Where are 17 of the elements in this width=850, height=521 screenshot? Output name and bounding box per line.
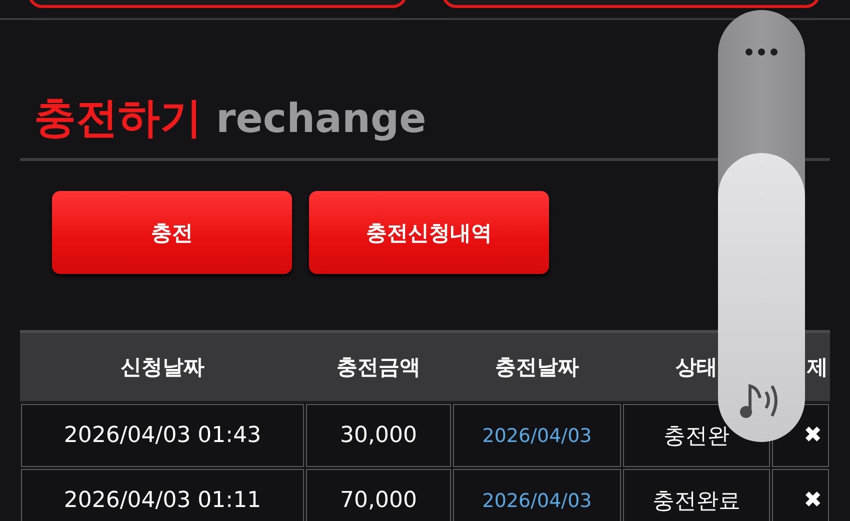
table-cell: 2026/04/03	[453, 404, 621, 467]
column-header: 충전날짜	[452, 333, 622, 403]
table-cell: 2026/04/03 01:11	[21, 469, 304, 521]
delete-button[interactable]: ✖	[804, 488, 822, 513]
column-header: 충전금액	[305, 333, 452, 403]
table-cell: 2026/04/03 01:43	[21, 404, 304, 467]
section-subtitle: rechange	[216, 96, 426, 142]
table-cell: 70,000	[306, 469, 451, 521]
table-cell: 2026/04/03	[453, 469, 621, 521]
table-cell: 충전완료	[623, 469, 770, 521]
delete-button[interactable]: ✖	[804, 423, 822, 448]
section-title: 충전하기	[34, 92, 202, 144]
action-button[interactable]: 충전	[52, 191, 292, 274]
more-icon[interactable]	[745, 48, 778, 56]
action-button[interactable]: 충전신청내역	[309, 191, 549, 274]
table-cell: 30,000	[306, 404, 451, 467]
column-header: 신청날짜	[20, 333, 305, 403]
